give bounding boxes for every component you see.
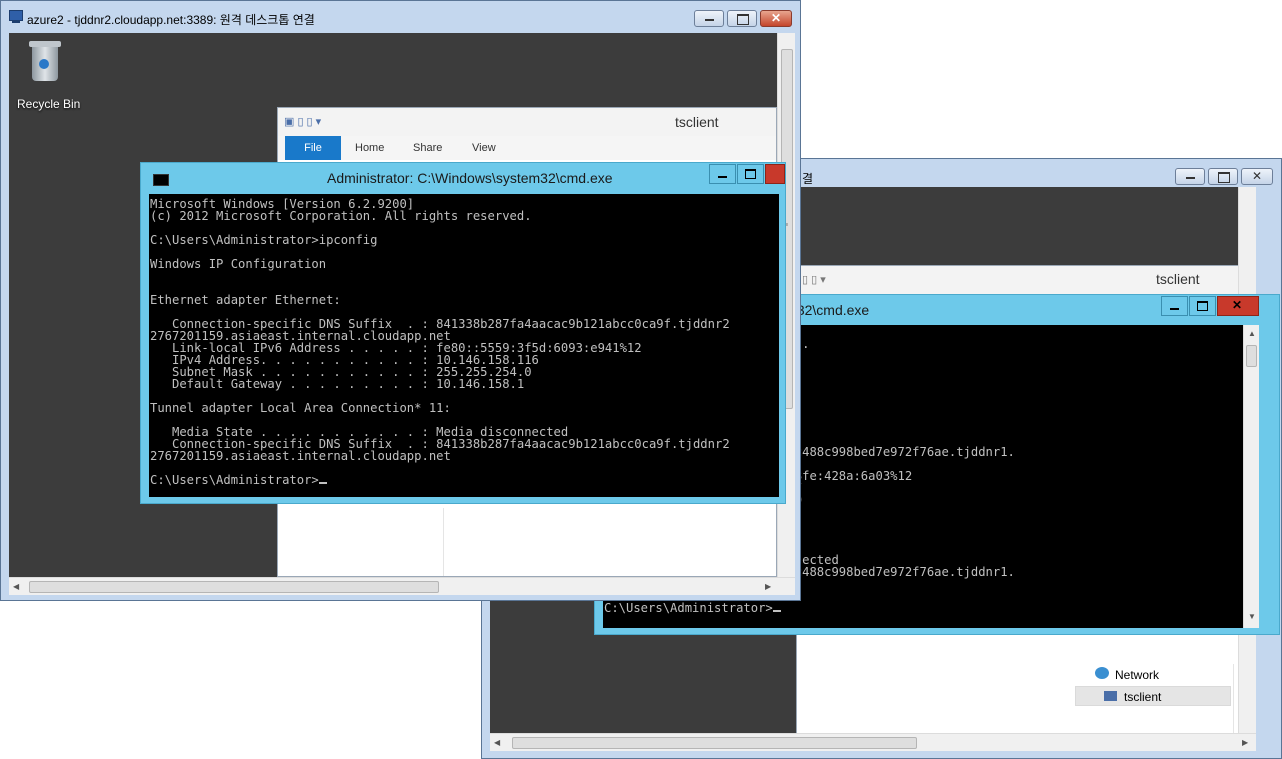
quick-access-toolbar[interactable]: ▯ ▯ ▾ bbox=[802, 273, 826, 286]
nav-item-label: tsclient bbox=[1124, 690, 1162, 704]
explorer-title: tsclient bbox=[1156, 271, 1200, 287]
tab-view[interactable]: View bbox=[472, 142, 496, 154]
recycle-bin-icon bbox=[29, 41, 61, 83]
rdp-window-primary[interactable]: azure2 - tjddnr2.cloudapp.net:3389: 원격 데… bbox=[0, 0, 801, 601]
close-icon: ✕ bbox=[771, 11, 782, 25]
close-button[interactable]: ✕ bbox=[1217, 296, 1259, 316]
remote-horizontal-scrollbar[interactable]: ◀ ▶ bbox=[490, 733, 1256, 751]
tab-home[interactable]: Home bbox=[355, 142, 384, 154]
maximize-button[interactable] bbox=[737, 164, 764, 184]
maximize-button[interactable] bbox=[727, 10, 757, 27]
close-button[interactable]: ✕ bbox=[1241, 168, 1273, 185]
scroll-left-icon[interactable]: ◀ bbox=[494, 739, 500, 747]
remote-horizontal-scrollbar[interactable]: ◀ ▶ bbox=[9, 577, 795, 595]
explorer-nav-divider bbox=[443, 508, 444, 576]
cmd-window-primary[interactable]: Administrator: C:\Windows\system32\cmd.e… bbox=[140, 162, 786, 504]
tab-file[interactable]: File bbox=[285, 136, 341, 160]
scroll-thumb[interactable] bbox=[1246, 345, 1257, 367]
explorer-ribbon[interactable]: File Home Share View bbox=[278, 136, 776, 161]
close-button[interactable]: ✕ bbox=[760, 10, 792, 27]
maximize-button[interactable] bbox=[1189, 296, 1216, 316]
scroll-right-icon[interactable]: ▶ bbox=[1242, 739, 1248, 747]
scroll-thumb[interactable] bbox=[512, 737, 917, 749]
console-output[interactable]: Microsoft Windows [Version 6.2.9200] (c)… bbox=[149, 194, 779, 497]
rdp-title-bar-primary[interactable]: azure2 - tjddnr2.cloudapp.net:3389: 원격 데… bbox=[1, 1, 800, 33]
minimize-button[interactable] bbox=[709, 164, 736, 184]
text-cursor bbox=[318, 482, 327, 484]
remote-desktop-icon bbox=[9, 10, 23, 23]
scroll-up-icon[interactable]: ▲ bbox=[1248, 330, 1256, 338]
scroll-down-icon[interactable]: ▼ bbox=[1248, 613, 1256, 621]
minimize-button[interactable] bbox=[1161, 296, 1188, 316]
drive-icon bbox=[1104, 691, 1117, 701]
cmd-vertical-scrollbar[interactable]: ▲ ▼ bbox=[1243, 325, 1259, 628]
console-text: Microsoft Windows [Version 6.2.9200] (c)… bbox=[150, 197, 730, 487]
close-icon: ✕ bbox=[1232, 298, 1243, 312]
text-cursor bbox=[772, 610, 781, 612]
rdp-title: azure2 - tjddnr2.cloudapp.net:3389: 원격 데… bbox=[27, 13, 315, 27]
nav-item-network[interactable]: Network bbox=[1073, 664, 1231, 686]
recycle-bin-label: Recycle Bin bbox=[17, 97, 81, 111]
explorer-title-bar[interactable]: ▣ ▯ ▯ ▾ tsclient bbox=[278, 108, 776, 136]
explorer-title: tsclient bbox=[675, 114, 719, 130]
network-icon bbox=[1095, 667, 1109, 679]
scroll-thumb[interactable] bbox=[29, 581, 439, 593]
cmd-icon bbox=[153, 174, 169, 186]
scroll-right-icon[interactable]: ▶ bbox=[765, 583, 771, 591]
maximize-button[interactable] bbox=[1208, 168, 1238, 185]
minimize-button[interactable] bbox=[1175, 168, 1205, 185]
tab-share[interactable]: Share bbox=[413, 142, 442, 154]
minimize-button[interactable] bbox=[694, 10, 724, 27]
quick-access-toolbar[interactable]: ▣ ▯ ▯ ▾ bbox=[284, 115, 321, 128]
recycle-bin[interactable]: Recycle Bin bbox=[15, 39, 81, 111]
nav-item-label: Network bbox=[1115, 668, 1160, 682]
cmd-title: Administrator: C:\Windows\system32\cmd.e… bbox=[327, 170, 613, 186]
cmd-title-bar[interactable]: Administrator: C:\Windows\system32\cmd.e… bbox=[141, 163, 785, 193]
close-icon: ✕ bbox=[1252, 169, 1263, 183]
nav-item-tsclient[interactable]: tsclient bbox=[1075, 686, 1231, 706]
scroll-left-icon[interactable]: ◀ bbox=[13, 583, 19, 591]
rdp-title-secondary: 결 bbox=[802, 172, 814, 186]
close-button[interactable] bbox=[765, 164, 785, 184]
